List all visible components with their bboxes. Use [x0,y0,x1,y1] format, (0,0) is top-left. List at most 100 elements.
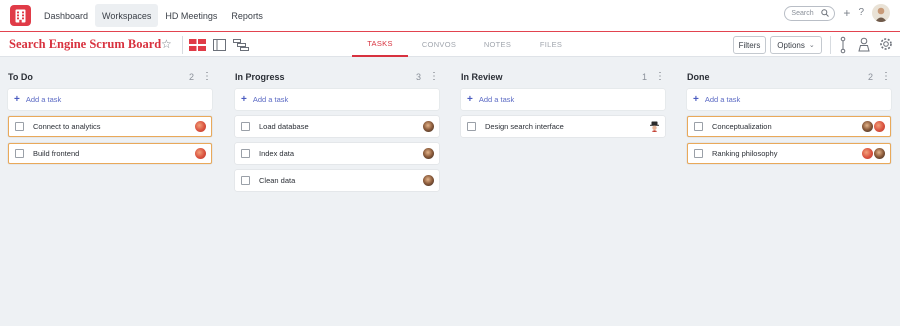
task-title: Build frontend [33,149,80,158]
members-icon[interactable] [858,37,870,52]
add-task-label: Add a task [25,95,62,104]
task-checkbox[interactable] [694,122,703,131]
task-title: Connect to analytics [33,122,101,131]
user-avatar-image [875,7,887,22]
options-label: Options [777,40,805,50]
assignee-avatar[interactable] [874,148,885,159]
star-icon[interactable]: ☆ [161,37,172,51]
workflow-icon[interactable] [839,36,847,54]
nav-hd-meetings[interactable]: HD Meetings [158,4,224,27]
nav-reports[interactable]: Reports [224,4,270,27]
assignee-avatar[interactable] [649,121,660,132]
column-in-progress: In Progress 3 ⋮ + Add a task Load databa… [235,68,439,191]
nav-workspaces[interactable]: Workspaces [95,4,159,27]
divider [830,36,831,54]
search-placeholder: Search [791,9,814,17]
task-card[interactable]: Index data [235,143,439,164]
column-in-review: In Review 1 ⋮ + Add a task Design search… [461,68,665,137]
plus-icon: + [467,94,473,105]
add-icon[interactable]: + [843,7,850,19]
more-options-icon[interactable]: ⋮ [655,72,665,82]
column-count: 2 [188,72,194,82]
board-title[interactable]: Search Engine Scrum Board [9,37,161,52]
task-card[interactable]: Load database [235,116,439,137]
timeline-view-icon[interactable] [233,39,249,51]
tab-notes[interactable]: NOTES [470,32,525,57]
column-count: 1 [641,72,647,82]
assignee-avatar[interactable] [423,175,434,186]
app-logo[interactable] [10,5,31,26]
building-icon [15,9,26,22]
options-button[interactable]: Options ⌄ [770,36,822,54]
column-done: Done 2 ⋮ + Add a task Conceptualization … [687,68,891,164]
task-title: Index data [259,149,295,158]
user-avatar[interactable] [872,4,890,22]
add-task-label: Add a task [478,95,515,104]
assignee-avatar[interactable] [423,148,434,159]
add-task-label: Add a task [252,95,289,104]
more-options-icon[interactable]: ⋮ [202,72,212,82]
task-card[interactable]: Connect to analytics [8,116,212,137]
filters-button[interactable]: Filters [733,36,766,54]
board-tabs: TASKS CONVOS NOTES FILES [352,32,577,57]
assignee-avatar[interactable] [874,121,885,132]
task-title: Ranking philosophy [712,149,778,158]
task-title: Clean data [259,176,296,185]
settings-gear-icon[interactable] [879,37,893,51]
column-count: 3 [415,72,421,82]
assignee-avatar[interactable] [195,148,206,159]
column-to-do: To Do 2 ⋮ + Add a task Connect to analyt… [8,68,212,164]
board-header: Search Engine Scrum Board ☆ TASKS CONVOS… [0,31,900,57]
task-title: Design search interface [485,122,564,131]
divider [182,36,183,54]
task-checkbox[interactable] [15,149,24,158]
chevron-down-icon: ⌄ [808,42,815,49]
board-view-icon[interactable] [189,39,206,51]
tab-convos[interactable]: CONVOS [408,32,470,57]
help-icon[interactable]: ? [858,8,864,18]
more-options-icon[interactable]: ⋮ [881,72,891,82]
tab-files[interactable]: FILES [525,32,577,57]
task-checkbox[interactable] [241,122,250,131]
task-card[interactable]: Build frontend [8,143,212,164]
add-task-button[interactable]: + Add a task [461,89,665,110]
add-task-button[interactable]: + Add a task [235,89,439,110]
task-checkbox[interactable] [694,149,703,158]
assignee-avatar[interactable] [862,148,873,159]
column-count: 2 [867,72,873,82]
assignee-avatar[interactable] [423,121,434,132]
task-card[interactable]: Design search interface [461,116,665,137]
task-title: Conceptualization [712,122,772,131]
list-view-icon[interactable] [213,39,226,51]
nav-dashboard[interactable]: Dashboard [37,4,95,27]
task-card[interactable]: Clean data [235,170,439,191]
more-options-icon[interactable]: ⋮ [429,72,439,82]
task-checkbox[interactable] [15,122,24,131]
top-navigation: Dashboard Workspaces HD Meetings Reports… [0,0,900,31]
column-title: In Review [461,72,503,82]
search-input[interactable]: Search [784,5,836,21]
column-header: In Progress 3 ⋮ [235,68,439,86]
task-card[interactable]: Conceptualization [687,116,891,137]
column-title: Done [687,72,710,82]
task-checkbox[interactable] [467,122,476,131]
column-header: To Do 2 ⋮ [8,68,212,86]
add-task-button[interactable]: + Add a task [8,89,212,110]
search-icon [821,9,830,17]
add-task-label: Add a task [704,95,741,104]
plus-icon: + [241,94,247,105]
column-header: In Review 1 ⋮ [461,68,665,86]
assignee-avatar[interactable] [862,121,873,132]
column-title: In Progress [235,72,285,82]
tab-tasks[interactable]: TASKS [352,32,408,57]
column-title: To Do [8,72,33,82]
plus-icon: + [693,94,699,105]
assignee-avatar[interactable] [195,121,206,132]
plus-icon: + [14,94,20,105]
add-task-button[interactable]: + Add a task [687,89,891,110]
task-card[interactable]: Ranking philosophy [687,143,891,164]
task-checkbox[interactable] [241,149,250,158]
column-header: Done 2 ⋮ [687,68,891,86]
task-title: Load database [259,122,309,131]
task-checkbox[interactable] [241,176,250,185]
